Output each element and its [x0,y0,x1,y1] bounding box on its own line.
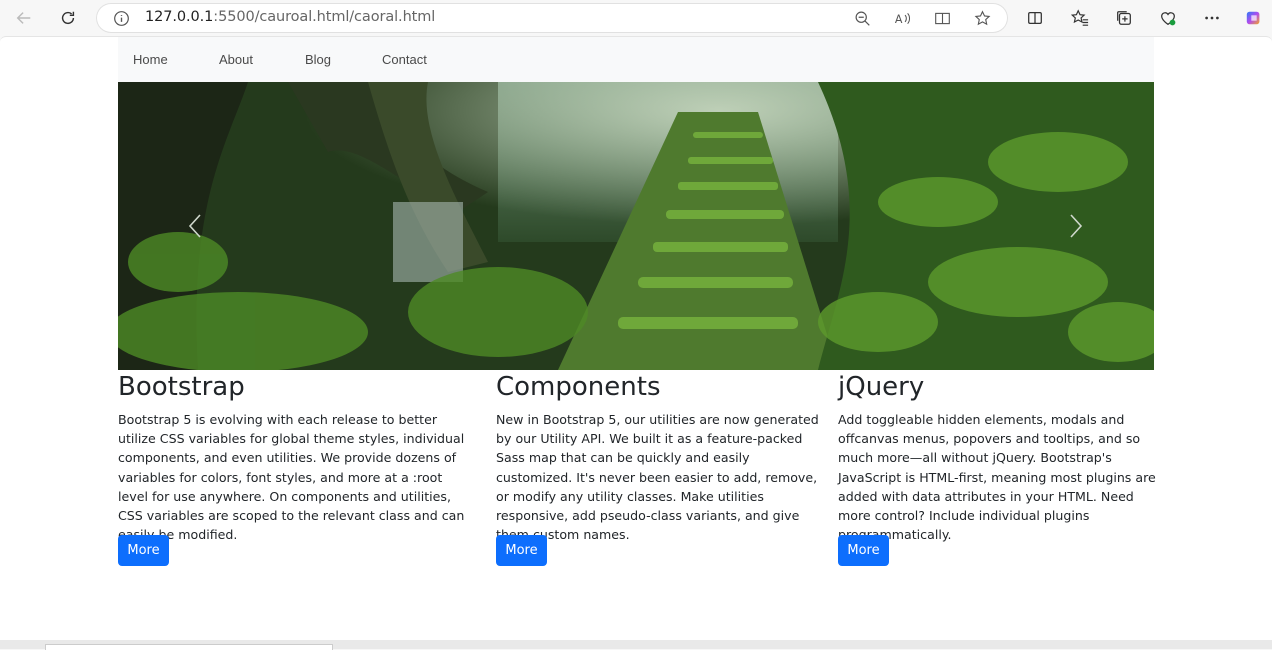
column-bootstrap: Bootstrap Bootstrap 5 is evolving with e… [118,370,470,544]
carousel-next-button[interactable] [1061,206,1091,246]
read-aloud-icon[interactable]: A [893,9,911,27]
carousel-image [118,82,1154,370]
favorites-icon[interactable] [1066,4,1094,32]
zoom-out-icon[interactable] [853,9,871,27]
nav-about[interactable]: About [219,52,253,67]
back-icon[interactable] [10,4,38,32]
carousel [118,82,1154,370]
carousel-prev-button[interactable] [180,206,210,246]
column-title: jQuery [838,372,925,402]
nav-blog[interactable]: Blog [305,52,331,67]
refresh-icon[interactable] [54,4,82,32]
horizontal-scrollbar[interactable] [0,640,1272,650]
more-button[interactable]: More [118,535,169,566]
chevron-right-icon [1070,214,1083,238]
navbar: Home About Blog Contact [118,37,1154,82]
browser-essentials-icon[interactable] [1154,4,1182,32]
more-icon[interactable] [1198,4,1226,32]
address-bar[interactable]: 127.0.0.1:5500/cauroal.html/caoral.html … [96,3,1008,33]
chevron-left-icon [188,214,201,238]
scrollbar-thumb[interactable] [45,644,333,650]
column-text: Bootstrap 5 is evolving with each releas… [118,412,465,543]
immersive-reader-icon[interactable] [933,9,951,27]
column-jquery: jQuery Add toggleable hidden elements, m… [838,370,1156,544]
svg-text:A: A [894,12,902,25]
collections-icon[interactable] [1110,4,1138,32]
browser-toolbar: 127.0.0.1:5500/cauroal.html/caoral.html … [0,0,1272,36]
more-button[interactable]: More [838,535,889,566]
info-icon[interactable] [112,9,130,27]
copilot-icon[interactable] [1240,4,1268,32]
column-components: Components New in Bootstrap 5, our utili… [496,370,822,544]
more-button[interactable]: More [496,535,547,566]
column-title: Bootstrap [118,372,245,402]
url-text[interactable]: 127.0.0.1:5500/cauroal.html/caoral.html [145,9,435,25]
nav-contact[interactable]: Contact [382,52,427,67]
page-viewport: Home About Blog Contact Bootstrap Bootst… [0,36,1272,641]
column-text: Add toggleable hidden elements, modals a… [838,412,1156,543]
nav-home[interactable]: Home [133,52,168,67]
favorite-star-icon[interactable] [973,9,991,27]
column-text: New in Bootstrap 5, our utilities are no… [496,412,819,543]
split-screen-icon[interactable] [1021,4,1049,32]
column-title: Components [496,372,661,402]
